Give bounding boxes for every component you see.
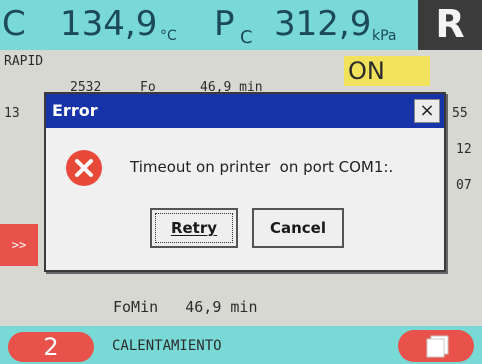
side-forward-button[interactable]: >> [0,224,38,266]
background-value-right-2: 12 [456,142,472,157]
device-screen: C 134,9 °C P C 312,9 kPa R RAPID ON 2532… [0,0,482,364]
close-icon: × [419,100,435,121]
error-icon [66,150,102,186]
on-indicator: ON [344,56,430,86]
documents-icon [426,335,449,358]
footer-bar: 2 CALENTAMIENTO [0,326,482,364]
header-bar: C 134,9 °C P C 312,9 kPa R [0,0,482,50]
pressure-subscript: C [240,27,253,48]
fomin-value: 46,9 min [185,298,258,316]
background-value-right-3: 07 [456,178,472,193]
retry-button-label: Retry [170,219,218,237]
background-value-right-1: 55 [452,106,468,121]
error-message: Timeout on printer on port COM1:. [130,158,394,176]
dialog-titlebar[interactable]: Error × [46,94,444,128]
cancel-button[interactable]: Cancel [252,208,344,248]
error-dialog: Error × Timeout on printer on port COM1:… [44,92,446,272]
retry-button[interactable]: Retry [150,208,238,248]
pressure-prefix: P [214,4,235,44]
dialog-title: Error [52,101,98,120]
pressure-unit: kPa [372,28,397,44]
status-text: CALENTAMIENTO [112,338,222,354]
program-name: RAPID [4,54,44,69]
fomin-row: FoMin 46,9 min [113,298,258,316]
temperature-value: 134,9 [60,4,158,44]
fomin-label: FoMin [113,298,159,316]
documents-button[interactable] [398,330,474,362]
mode-indicator[interactable]: R [418,0,482,50]
cancel-button-label: Cancel [269,219,326,237]
pressure-value: 312,9 [274,4,372,44]
step-number-button[interactable]: 2 [8,332,94,362]
temperature-unit: °C [160,28,177,44]
close-button[interactable]: × [414,99,440,123]
background-value-left: 13 [4,106,20,121]
temperature-prefix: C [2,4,26,44]
